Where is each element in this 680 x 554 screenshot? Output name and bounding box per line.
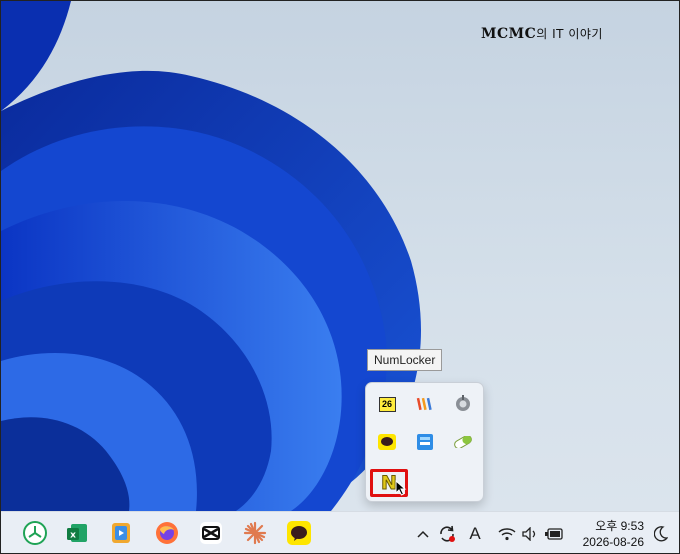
desktop-wallpaper xyxy=(1,1,679,511)
naver-whale-icon[interactable] xyxy=(21,519,49,547)
capcut-icon[interactable] xyxy=(197,519,225,547)
blue-app-icon[interactable] xyxy=(412,429,438,455)
volume-icon[interactable] xyxy=(521,524,541,544)
kakaotalk-icon[interactable] xyxy=(285,519,313,547)
calendar-icon[interactable]: 26 xyxy=(374,391,400,417)
claude-icon[interactable] xyxy=(241,519,269,547)
media-player-icon[interactable] xyxy=(107,519,135,547)
taskbar: x A 오후 9:53 2026-08-26 xyxy=(1,511,679,553)
watermark-text: MCMC의 IT 이야기 xyxy=(481,26,603,42)
show-hidden-icons-chevron-icon[interactable] xyxy=(413,524,433,544)
numlocker-icon[interactable]: N xyxy=(370,469,408,497)
quiet-hours-moon-icon[interactable] xyxy=(651,524,671,544)
clock-time: 오후 9:53 xyxy=(595,519,644,533)
system-clock[interactable]: 오후 9:53 2026-08-26 xyxy=(574,518,644,550)
numlocker-tooltip: NumLocker xyxy=(367,349,443,371)
screenshot-frame: MCMC의 IT 이야기 NumLocker 26 N x A 오후 9:53 … xyxy=(0,0,680,554)
excel-icon[interactable]: x xyxy=(63,519,91,547)
calendar-day: 26 xyxy=(378,396,396,412)
paint-app-icon[interactable] xyxy=(412,391,438,417)
kakaotalk-tray-icon[interactable] xyxy=(374,429,400,455)
svg-text:x: x xyxy=(70,531,76,541)
sync-recording-icon[interactable] xyxy=(437,524,457,544)
pill-app-icon[interactable] xyxy=(450,429,476,455)
input-method-indicator[interactable]: A xyxy=(465,524,485,544)
clock-date: 2026-08-26 xyxy=(582,535,644,549)
wifi-icon[interactable] xyxy=(497,524,517,544)
firefox-icon[interactable] xyxy=(153,519,181,547)
mouse-cursor-icon xyxy=(395,480,407,496)
tray-overflow-popup: 26 N xyxy=(365,382,484,502)
battery-icon[interactable] xyxy=(545,524,565,544)
gear-app-icon[interactable] xyxy=(450,391,476,417)
